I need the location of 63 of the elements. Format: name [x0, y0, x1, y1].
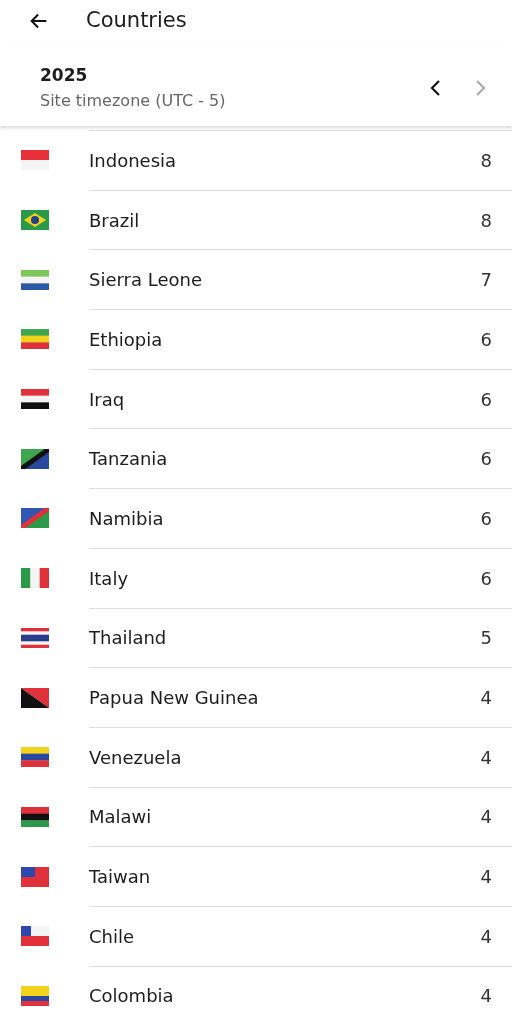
flag-icon: [21, 926, 49, 947]
country-count: 8: [480, 208, 492, 233]
country-count: 4: [480, 984, 492, 1009]
flag-icon: [21, 806, 49, 827]
country-count: 4: [480, 805, 492, 830]
country-name: Namibia: [89, 506, 164, 531]
flag-icon: [21, 568, 49, 589]
country-name: Colombia: [89, 984, 174, 1009]
flag-icon: [21, 866, 49, 887]
flag-icon: [21, 687, 49, 708]
country-name: Tanzania: [89, 447, 168, 472]
country-row[interactable]: Chile 4: [0, 905, 512, 966]
country-name: Chile: [89, 924, 135, 949]
country-count: 6: [480, 566, 492, 591]
country-count: 6: [480, 506, 492, 531]
year-label: 2025: [40, 64, 89, 88]
country-row[interactable]: Brazil 8: [0, 189, 512, 250]
country-name: Taiwan: [89, 865, 151, 890]
flag-icon: [21, 985, 49, 1006]
country-count: 6: [480, 447, 492, 472]
timezone-label: Site timezone (UTC - 5): [40, 89, 226, 112]
country-row[interactable]: Italy 6: [0, 547, 512, 608]
country-row[interactable]: Venezuela 4: [0, 726, 512, 787]
country-row[interactable]: Namibia 6: [0, 488, 512, 548]
country-name: Venezuela: [89, 745, 182, 770]
country-name: Brazil: [89, 208, 140, 233]
country-row[interactable]: Taiwan 4: [0, 846, 512, 906]
country-row[interactable]: Ethiopia 6: [0, 309, 512, 369]
flag-icon: [21, 627, 49, 648]
country-name: Indonesia: [89, 148, 177, 173]
country-row[interactable]: Malawi 4: [0, 786, 512, 847]
country-name: Ethiopia: [89, 327, 163, 352]
country-row[interactable]: Thailand 5: [0, 607, 512, 668]
country-count: 4: [480, 745, 492, 770]
country-count: 4: [480, 686, 492, 711]
country-count: 5: [480, 626, 492, 651]
country-row[interactable]: Papua New Guinea 4: [0, 667, 512, 727]
flag-icon: [21, 747, 49, 768]
country-row[interactable]: Sierra Leone 7: [0, 249, 512, 310]
country-name: Sierra Leone: [89, 268, 203, 293]
country-count: 4: [480, 865, 492, 890]
country-name: Papua New Guinea: [89, 686, 259, 711]
flag-icon: [21, 210, 49, 231]
page-title: Countries: [86, 7, 187, 35]
flag-icon: [21, 269, 49, 290]
country-row[interactable]: Colombia 4: [0, 965, 512, 1023]
flag-icon: [21, 389, 49, 410]
country-row[interactable]: Indonesia 8: [0, 130, 512, 190]
country-name: Thailand: [89, 626, 167, 651]
country-row[interactable]: Iraq 6: [0, 368, 512, 429]
country-name: Iraq: [89, 387, 125, 412]
flag-icon: [21, 150, 49, 171]
country-count: 6: [480, 387, 492, 412]
country-count: 7: [480, 268, 492, 293]
country-count: 4: [480, 924, 492, 949]
country-row[interactable]: Tanzania 6: [0, 428, 512, 489]
country-name: Malawi: [89, 805, 152, 830]
flag-icon: [21, 508, 49, 529]
country-name: Italy: [89, 566, 129, 591]
flag-icon: [21, 329, 49, 350]
country-count: 8: [480, 148, 492, 173]
flag-icon: [21, 448, 49, 469]
country-count: 6: [480, 327, 492, 352]
